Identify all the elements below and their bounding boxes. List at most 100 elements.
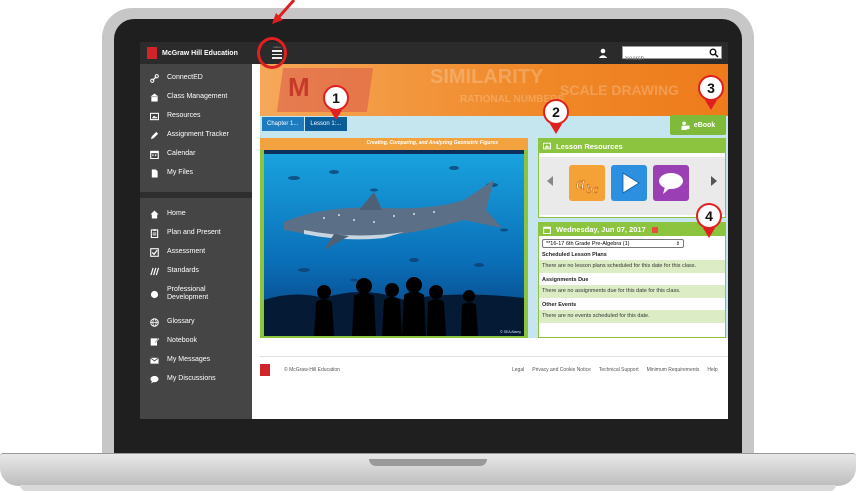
- callout-pointer: [705, 100, 717, 110]
- sidebar-item-my-discussions[interactable]: My Discussions: [140, 370, 252, 388]
- sidebar-item-resources[interactable]: Resources: [140, 107, 252, 125]
- footer-link-privacy[interactable]: Privacy and Cookie Notice: [532, 367, 591, 373]
- app-screen: McGraw Hill Education menu ConnectED: [140, 42, 728, 419]
- search-input[interactable]: [623, 53, 705, 65]
- callout-4: 4: [696, 203, 722, 229]
- sidebar-item-glossary[interactable]: Glossary: [140, 313, 252, 331]
- abc-icon: a bc: [576, 173, 599, 197]
- lesson-resources-header: Lesson Resources: [539, 139, 725, 153]
- footer-link-requirements[interactable]: Minimum Requirements: [647, 367, 700, 373]
- speech-bubble-icon: [659, 173, 683, 194]
- footer-divider: [260, 356, 728, 357]
- user-icon[interactable]: [598, 48, 608, 58]
- sidebar-item-label: Professional Development: [167, 286, 209, 301]
- clipboard-icon: [150, 228, 159, 238]
- school-icon: [150, 92, 159, 102]
- envelope-icon: [150, 356, 159, 364]
- section-heading: Other Events: [542, 302, 577, 308]
- ebook-label: eBook: [693, 121, 716, 129]
- search-icon[interactable]: [709, 48, 719, 58]
- calendar-header: Wednesday, Jun 07, 2017: [539, 223, 725, 236]
- image-credit: © SEA Alamy: [500, 330, 521, 334]
- sidebar-item-plan-and-present[interactable]: Plan and Present: [140, 224, 252, 242]
- callout-2: 2: [543, 99, 569, 125]
- video-title: Creating, Comparing, and Analyzing Geome…: [366, 140, 498, 146]
- sidebar: ConnectED Class Management Resources Ass…: [140, 64, 252, 419]
- calendar-icon: [543, 226, 551, 234]
- section-heading: Assignments Due: [542, 277, 589, 283]
- laptop-shadow: [20, 485, 836, 491]
- banner-texture: SCALE DRAWING: [560, 82, 679, 98]
- check-box-icon: [150, 247, 159, 257]
- lesson-video-panel: Creating, Comparing, and Analyzing Geome…: [260, 138, 528, 338]
- mcgraw-hill-logo: [147, 47, 157, 59]
- sidebar-item-label: Calendar: [167, 150, 196, 157]
- image-icon: [150, 112, 159, 120]
- lesson-video[interactable]: © SEA Alamy: [264, 150, 524, 336]
- footer-link-legal[interactable]: Legal: [512, 367, 524, 373]
- footer-link-support[interactable]: Technical Support: [599, 367, 639, 373]
- brand[interactable]: McGraw Hill Education: [140, 42, 253, 64]
- globe-icon: [150, 317, 159, 327]
- resource-carousel: a bc: [539, 157, 725, 215]
- video-resource-tile[interactable]: [611, 165, 647, 201]
- ebook-button[interactable]: eBook: [670, 115, 726, 135]
- sidebar-item-label: Assessment: [167, 248, 206, 255]
- sidebar-item-label: Resources: [167, 112, 201, 119]
- vocabulary-resource-tile[interactable]: a bc: [569, 165, 605, 201]
- section-message: There are no lesson plans scheduled for …: [539, 260, 725, 273]
- file-icon: [151, 168, 158, 178]
- lesson-resources-title: Lesson Resources: [556, 141, 623, 151]
- sidebar-item-label: My Messages: [167, 356, 211, 363]
- svg-text:bc: bc: [586, 181, 599, 196]
- carousel-next-icon[interactable]: [711, 176, 717, 186]
- carousel-prev-icon[interactable]: [547, 176, 553, 186]
- class-select[interactable]: **16-17 6th Grade Pre-Algebra (1) ⇕: [542, 239, 684, 248]
- pencil-icon: [150, 131, 159, 139]
- section-heading: Scheduled Lesson Plans: [542, 252, 607, 258]
- home-icon: [150, 209, 159, 219]
- sidebar-item-standards[interactable]: Standards: [140, 262, 252, 280]
- video-title-bar: Creating, Comparing, and Analyzing Geome…: [260, 138, 528, 150]
- sidebar-item-professional-development[interactable]: Professional Development: [140, 281, 252, 307]
- discussion-resource-tile[interactable]: [653, 165, 689, 201]
- footer-logo: [260, 364, 270, 376]
- sidebar-item-connected[interactable]: ConnectED: [140, 69, 252, 87]
- calendar-date: Wednesday, Jun 07, 2017: [556, 225, 646, 234]
- footer-link-help[interactable]: Help: [707, 367, 717, 373]
- sidebar-item-notebook[interactable]: Notebook: [140, 332, 252, 350]
- search-box: [622, 46, 722, 65]
- sidebar-item-label: Assignment Tracker: [167, 131, 229, 138]
- date-picker-icon[interactable]: [651, 226, 658, 233]
- sidebar-item-class-management[interactable]: Class Management: [140, 88, 252, 106]
- sidebar-item-label: My Files: [167, 169, 194, 176]
- sidebar-item-label: ConnectED: [167, 74, 203, 81]
- sidebar-item-label: Standards: [167, 267, 199, 274]
- chat-bubble-icon: [150, 375, 159, 384]
- banner-math-logo: M: [288, 72, 310, 102]
- top-bar: McGraw Hill Education menu: [140, 42, 728, 65]
- callout-pointer: [330, 110, 342, 120]
- sidebar-item-my-messages[interactable]: My Messages: [140, 351, 252, 369]
- menu-highlight-ring: [257, 37, 287, 69]
- sidebar-item-my-files[interactable]: My Files: [140, 164, 252, 182]
- sidebar-item-home[interactable]: Home: [140, 205, 252, 223]
- chevron-updown-icon: ⇕: [675, 241, 680, 247]
- sidebar-item-assignment-tracker[interactable]: Assignment Tracker: [140, 126, 252, 144]
- lesson-resources-panel: Lesson Resources a bc: [538, 138, 726, 218]
- image-icon: [543, 142, 551, 150]
- breadcrumb-chapter[interactable]: Chapter 1...: [262, 117, 305, 131]
- sidebar-item-label: Class Management: [167, 93, 228, 100]
- sidebar-item-label: My Discussions: [167, 375, 216, 382]
- link-icon: [150, 73, 159, 83]
- pointer-arrow-icon: [272, 0, 296, 24]
- sidebar-item-calendar[interactable]: Calendar: [140, 145, 252, 163]
- brand-name: McGraw Hill Education: [162, 49, 238, 57]
- sidebar-item-label: Notebook: [167, 337, 197, 344]
- dot-icon: [150, 290, 159, 298]
- sidebar-item-assessment[interactable]: Assessment: [140, 243, 252, 261]
- sidebar-divider: [140, 192, 252, 198]
- sidebar-item-label: Glossary: [167, 318, 195, 325]
- section-message: There are no events scheduled for this d…: [539, 310, 725, 323]
- sidebar-item-label: Plan and Present: [167, 229, 221, 236]
